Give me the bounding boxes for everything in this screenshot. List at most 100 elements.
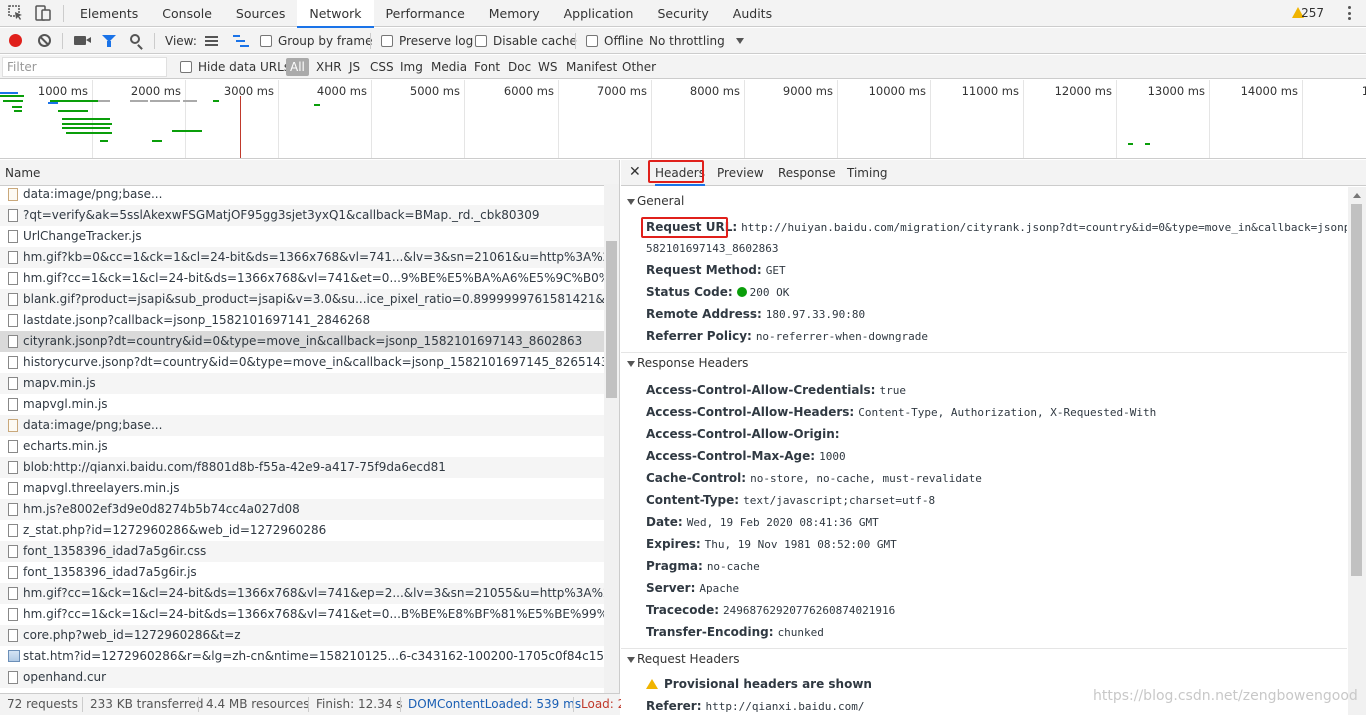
scrollbar-thumb[interactable] — [1351, 204, 1362, 576]
request-row[interactable]: hm.gif?cc=1&ck=1&cl=24-bit&ds=1366x768&v… — [0, 268, 604, 289]
header-row: Access-Control-Allow-Credentials: true — [646, 379, 906, 401]
type-filter-font[interactable]: Font — [474, 55, 500, 79]
timeline-bar — [58, 110, 88, 112]
capture-screenshots-icon[interactable] — [74, 36, 91, 45]
timeline-bar — [130, 100, 148, 102]
tab-security[interactable]: Security — [645, 0, 720, 27]
divider — [575, 33, 576, 49]
response-headers-section-header[interactable]: Response Headers — [621, 352, 1347, 374]
request-row[interactable]: hm.gif?cc=1&ck=1&cl=24-bit&ds=1366x768&v… — [0, 604, 604, 625]
request-row[interactable]: lastdate.jsonp?callback=jsonp_1582101697… — [0, 310, 604, 331]
type-filter-doc[interactable]: Doc — [508, 55, 531, 79]
file-icon — [8, 209, 18, 222]
divider — [573, 697, 574, 712]
request-row[interactable]: font_1358396_idad7a5g6ir.css — [0, 541, 604, 562]
request-row[interactable]: historycurve.jsonp?dt=country&id=0&type=… — [0, 352, 604, 373]
tab-sources[interactable]: Sources — [224, 0, 297, 27]
request-row[interactable]: hm.js?e8002ef3d9e0d8274b5b74cc4a027d08 — [0, 499, 604, 520]
time-tick-label: 6000 ms — [503, 84, 554, 98]
image-file-icon — [8, 650, 20, 662]
request-row[interactable]: echarts.min.js — [0, 436, 604, 457]
type-filter-xhr[interactable]: XHR — [316, 55, 342, 79]
file-icon — [8, 230, 18, 243]
type-filter-media[interactable]: Media — [431, 55, 467, 79]
hide-data-urls-checkbox[interactable] — [180, 61, 192, 73]
tab-preview[interactable]: Preview — [717, 160, 764, 186]
type-filter-ws[interactable]: WS — [538, 55, 557, 79]
timeline-bar — [172, 130, 202, 132]
tab-elements[interactable]: Elements — [68, 0, 150, 27]
inspect-element-icon[interactable] — [8, 5, 24, 21]
file-icon — [8, 314, 18, 327]
header-row: Request Method: GET — [646, 259, 786, 281]
tab-network[interactable]: Network — [297, 0, 374, 28]
tab-timing[interactable]: Timing — [847, 160, 888, 186]
request-row[interactable]: cityrank.jsonp?dt=country&id=0&type=move… — [0, 331, 604, 352]
filter-icon[interactable] — [102, 35, 116, 47]
device-toolbar-icon[interactable] — [35, 5, 51, 21]
network-overview[interactable]: 1000 ms 2000 ms 3000 ms 4000 ms 5000 ms 6000 … — [0, 80, 1366, 159]
search-icon[interactable] — [130, 34, 140, 44]
request-details: ✕ Headers Preview Response Timing Genera… — [621, 160, 1366, 715]
more-options-icon[interactable] — [1348, 6, 1352, 20]
request-row[interactable]: blank.gif?product=jsapi&sub_product=jsap… — [0, 289, 604, 310]
request-row[interactable]: blob:http://qianxi.baidu.com/f8801d8b-f5… — [0, 457, 604, 478]
network-summary-bar: 72 requests 233 KB transferred 4.4 MB re… — [0, 693, 625, 715]
group-by-frame-checkbox[interactable] — [260, 35, 272, 47]
request-row[interactable]: font_1358396_idad7a5g6ir.js — [0, 562, 604, 583]
chevron-down-icon[interactable] — [736, 38, 744, 44]
warning-icon — [646, 679, 658, 689]
offline-checkbox[interactable] — [586, 35, 598, 47]
tab-console[interactable]: Console — [150, 0, 224, 27]
tab-application[interactable]: Application — [552, 0, 646, 27]
show-overview-icon[interactable] — [233, 35, 249, 47]
request-row[interactable]: ?qt=verify&ak=5sslAkexwFSGMatjOF95gg3sje… — [0, 205, 604, 226]
file-icon — [8, 545, 18, 558]
header-row: Cache-Control: no-store, no-cache, must-r… — [646, 467, 982, 489]
file-icon — [8, 671, 18, 684]
request-row[interactable]: UrlChangeTracker.js — [0, 226, 604, 247]
close-icon[interactable]: ✕ — [629, 164, 641, 180]
type-filter-all[interactable]: All — [286, 58, 309, 76]
image-file-icon — [8, 188, 18, 201]
request-row[interactable]: mapvgl.threelayers.min.js — [0, 478, 604, 499]
request-row[interactable]: openhand.cur — [0, 667, 604, 688]
type-filter-other[interactable]: Other — [622, 55, 656, 79]
tab-response[interactable]: Response — [778, 160, 836, 186]
clear-icon[interactable] — [38, 34, 51, 47]
type-filter-css[interactable]: CSS — [370, 55, 394, 79]
warning-count[interactable]: 257 — [1301, 6, 1324, 20]
large-request-rows-icon[interactable] — [205, 36, 218, 46]
name-column-header[interactable]: Name — [0, 160, 619, 186]
type-filter-manifest[interactable]: Manifest — [566, 55, 617, 79]
filter-input[interactable] — [2, 57, 167, 77]
time-gridline — [464, 80, 465, 158]
general-section-header[interactable]: General — [621, 191, 1347, 213]
request-row[interactable]: data:image/png;base... — [0, 184, 604, 205]
details-scrollbar[interactable] — [1348, 187, 1366, 715]
tab-memory[interactable]: Memory — [477, 0, 552, 27]
highlight-box — [641, 217, 728, 238]
request-row[interactable]: core.php?web_id=1272960286&t=z — [0, 625, 604, 646]
disable-cache-checkbox[interactable] — [475, 35, 487, 47]
tab-performance[interactable]: Performance — [374, 0, 477, 27]
scroll-up-icon[interactable] — [1353, 193, 1361, 198]
throttling-select[interactable]: No throttling — [649, 28, 725, 54]
scrollbar-thumb[interactable] — [606, 241, 617, 398]
record-button[interactable] — [9, 34, 22, 47]
request-row[interactable]: data:image/png;base... — [0, 415, 604, 436]
request-row[interactable]: mapvgl.min.js — [0, 394, 604, 415]
type-filter-img[interactable]: Img — [400, 55, 423, 79]
request-headers-section-header[interactable]: Request Headers — [621, 648, 1347, 670]
tab-audits[interactable]: Audits — [721, 0, 784, 27]
request-row[interactable]: hm.gif?cc=1&ck=1&cl=24-bit&ds=1366x768&v… — [0, 583, 604, 604]
time-tick-label: 9000 ms — [782, 84, 833, 98]
timeline-bar — [150, 100, 180, 102]
preserve-log-checkbox[interactable] — [381, 35, 393, 47]
type-filter-js[interactable]: JS — [349, 55, 360, 79]
request-row[interactable]: stat.htm?id=1272960286&r=&lg=zh-cn&ntime… — [0, 646, 604, 667]
request-row[interactable]: hm.gif?kb=0&cc=1&ck=1&cl=24-bit&ds=1366x… — [0, 247, 604, 268]
request-row[interactable]: mapv.min.js — [0, 373, 604, 394]
request-row[interactable]: z_stat.php?id=1272960286&web_id=12729602… — [0, 520, 604, 541]
request-list-scrollbar[interactable] — [604, 184, 619, 693]
